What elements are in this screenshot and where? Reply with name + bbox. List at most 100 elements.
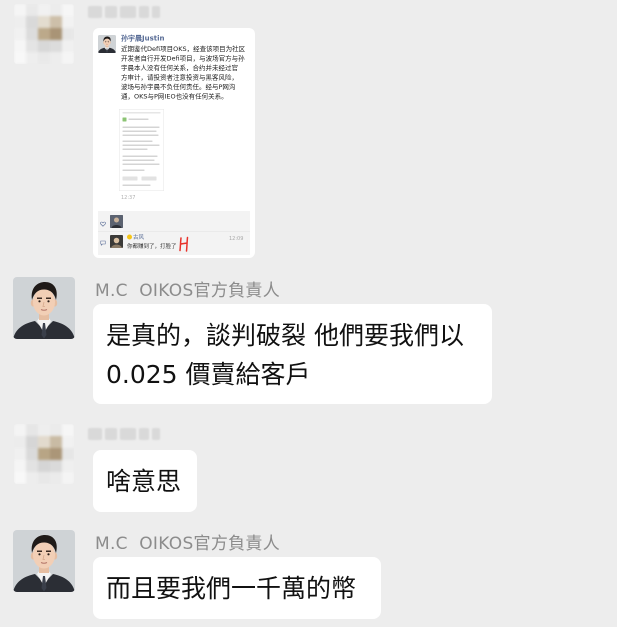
mosaic-tile [62,472,74,484]
comment-avatar-image [110,235,123,248]
thumb-text-line [122,184,151,186]
message-text-line: 是真的，談判破裂 他們要我們以 [106,321,464,350]
mosaic-tile [38,472,50,484]
avatar[interactable] [14,4,74,64]
sender-name: M.C OIKOS官方負責人 [95,534,281,554]
thumb-text-line [122,134,159,136]
mosaic-tile [14,40,26,52]
obscured-sender-name [88,6,160,18]
text-message-bubble[interactable]: 是真的，談判破裂 他們要我們以 0.025 價賣給客戶 [93,304,492,404]
avatar[interactable] [14,424,74,484]
thumb-text-line [122,140,153,142]
comment-icon [100,240,106,246]
mosaic-tile [14,16,26,28]
emoji-icon [127,234,132,240]
text-message-bubble[interactable]: 而且要我們一千萬的幣 [93,557,381,619]
mosaic-tile [62,460,74,472]
comment-time: 12:09 [229,236,244,242]
mosaic-tile [14,28,26,40]
blur-block [152,6,160,18]
thumb-logo [122,117,127,122]
mosaic-tile [38,52,50,64]
thumb-text-line [128,118,149,120]
blur-block [88,6,102,18]
comment-text: 你都赚到了，打脸了 [127,243,177,250]
thumb-text-line [122,163,160,165]
mosaic-tile [62,436,74,448]
mosaic-tile [50,4,62,16]
post-text-line: 宇晨本人没有任何关系，合约并未经过官 [121,64,239,73]
thumb-text-line [122,126,160,128]
mosaic-tile [26,472,38,484]
message-text-line: 啥意思 [106,467,182,496]
avatar[interactable] [13,530,75,592]
mosaic-avatar [14,424,74,484]
mosaic-tile [50,16,62,28]
post-text-line: 通，OKS与P网IEO也没有任何关系。 [121,93,228,101]
blur-block [152,428,160,440]
comment-avatar [110,235,123,248]
mosaic-tile [50,448,62,460]
mosaic-tile [26,16,38,28]
mosaic-tile [26,4,38,16]
mosaic-tile [62,40,74,52]
blur-block [139,428,149,440]
blur-block [105,428,117,440]
blur-block [105,6,117,18]
thumb-button [122,176,138,181]
mosaic-tile [38,16,50,28]
likes-comments-area: 古风 你都赚到了，打脸了 12:09 [98,211,250,255]
post-time: 12:37 [121,195,136,201]
red-annotation-mark [179,236,189,252]
mosaic-tile [14,52,26,64]
avatar-photo [13,530,75,592]
like-avatar-image [110,215,123,228]
moments-screenshot: 孙宇晨Justin 近期鉴代Defi项目OKS，经查该项目为社区 开发者自行开发… [93,28,255,258]
mosaic-tile [26,448,38,460]
blur-block [120,428,136,440]
heart-icon [100,221,106,227]
thumb-text-line [122,169,145,171]
mosaic-tile [50,436,62,448]
mosaic-tile [14,424,26,436]
avatar[interactable] [13,277,75,339]
message-text-line: 而且要我們一千萬的幣 [106,574,357,603]
image-message-bubble[interactable]: 孙宇晨Justin 近期鉴代Defi项目OKS，经查该项目为社区 开发者自行开发… [93,28,255,258]
mosaic-tile [38,448,50,460]
mosaic-tile [38,4,50,16]
mosaic-tile [14,436,26,448]
thumb-text-line [122,130,157,132]
mosaic-tile [38,436,50,448]
mosaic-tile [26,28,38,40]
poster-avatar [98,35,116,53]
mosaic-tile [14,460,26,472]
mosaic-tile [26,52,38,64]
mosaic-tile [38,28,50,40]
blur-block [120,6,136,18]
thumb-text-line [122,144,160,146]
thumb-text-line [122,159,155,161]
mosaic-tile [50,28,62,40]
mosaic-tile [62,424,74,436]
text-message-bubble[interactable]: 啥意思 [93,450,197,512]
blur-block [139,6,149,18]
mosaic-tile [14,472,26,484]
mosaic-tile [26,436,38,448]
mosaic-tile [62,16,74,28]
mosaic-tile [62,4,74,16]
sender-name: M.C OIKOS官方負責人 [95,281,281,301]
poster-name: 孙宇晨Justin [121,34,165,43]
mosaic-tile [14,4,26,16]
mosaic-tile [50,40,62,52]
mosaic-tile [38,460,50,472]
post-text-line: 波场与孙宇晨不负任何责任。经与P网沟 [121,83,236,92]
mosaic-tile [50,52,62,64]
comment-author-name: 古风 [133,234,144,241]
mosaic-tile [38,40,50,52]
post-text: 近期鉴代Defi项目OKS，经查该项目为社区 开发者自行开发Defi项目，与波场… [121,45,253,102]
divider [98,231,250,232]
mosaic-tile [26,424,38,436]
mosaic-avatar [14,4,74,64]
avatar-photo [98,35,116,53]
mosaic-tile [50,424,62,436]
